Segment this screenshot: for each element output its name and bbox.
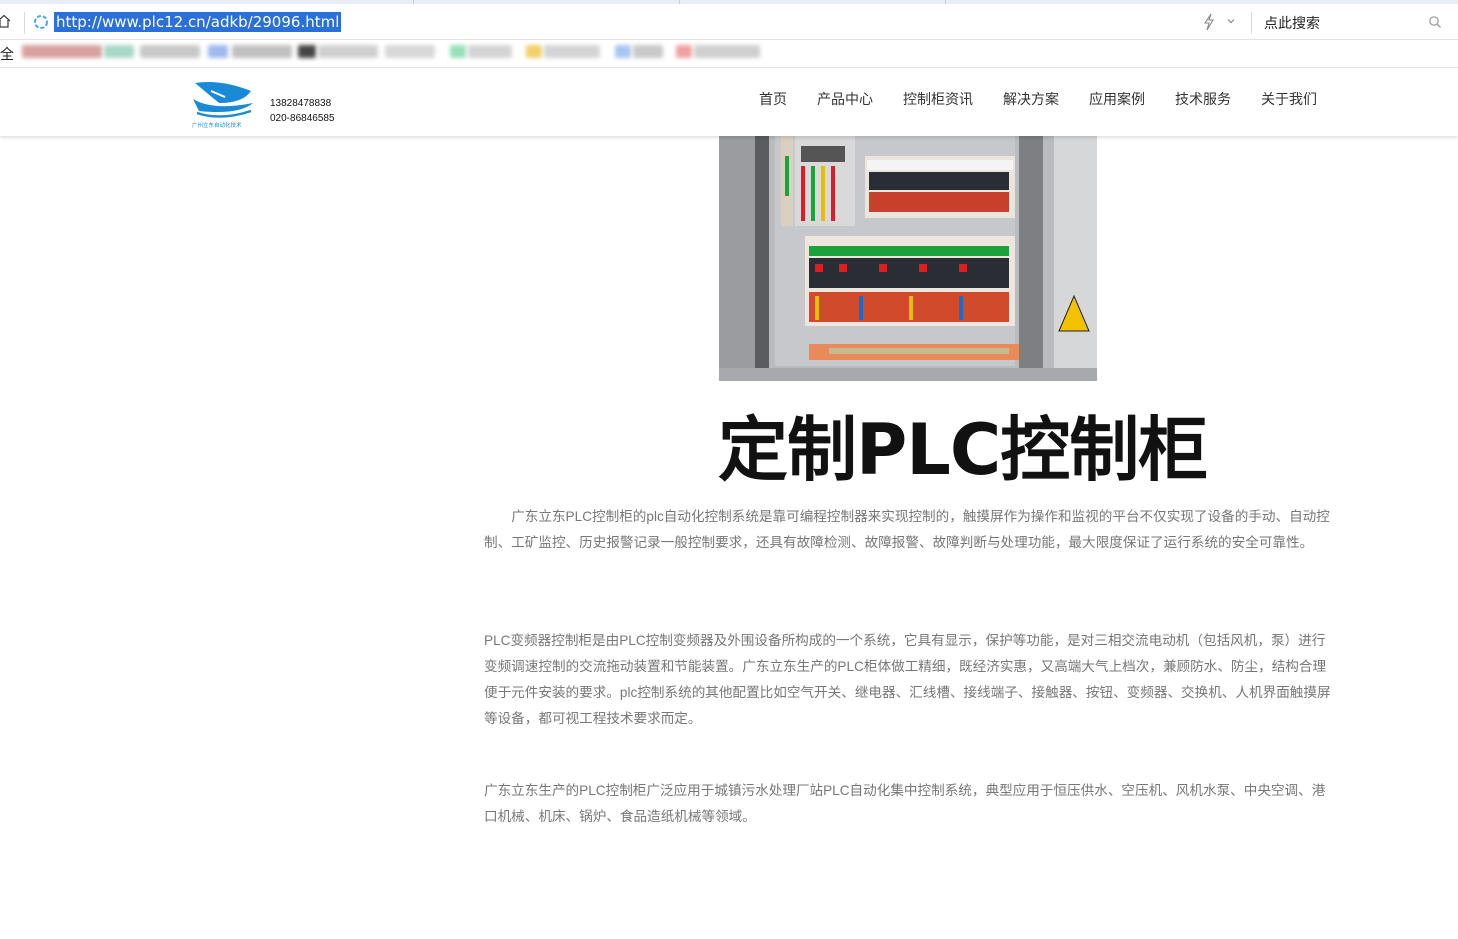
article-content: 定制PLC控制柜 广东立东PLC控制柜的plc自动化控制系统是靠可编程控制器来实…	[0, 136, 1458, 939]
nav-about[interactable]: 关于我们	[1261, 89, 1317, 109]
bookmark-item[interactable]	[526, 45, 542, 58]
bookmark-item[interactable]	[676, 45, 692, 58]
nav-solutions[interactable]: 解决方案	[1003, 89, 1059, 109]
control-cabinet-photo	[719, 136, 1097, 381]
address-bar: http://www.plc12.cn/adkb/29096.html 点此搜索	[0, 4, 1458, 40]
bookmark-item[interactable]	[208, 45, 228, 58]
banner-title: 定制PLC控制柜	[718, 409, 1208, 491]
bookmark-item[interactable]	[468, 45, 512, 58]
bookmark-item[interactable]	[232, 45, 292, 58]
search-icon[interactable]	[1428, 15, 1442, 29]
search-input[interactable]: 点此搜索	[1264, 12, 1444, 34]
search-separator	[1251, 12, 1252, 34]
article-paragraph: 广东立东生产的PLC控制柜广泛应用于城镇污水处理厂站PLC自动化集中控制系统，典…	[484, 783, 1326, 824]
nav-cases[interactable]: 应用案例	[1089, 89, 1145, 109]
bookmark-item[interactable]	[615, 45, 631, 58]
nav-news[interactable]: 控制柜资讯	[903, 89, 973, 109]
bookmark-item[interactable]	[22, 45, 102, 58]
bookmark-item[interactable]	[140, 45, 200, 58]
article-paragraph: PLC变频器控制柜是由PLC控制变频器及外围设备所构成的一个系统，它具有显示，保…	[484, 633, 1331, 726]
bookmark-item[interactable]	[318, 45, 378, 58]
svg-text:广州立东自动化技术: 广州立东自动化技术	[192, 121, 242, 129]
flash-icon[interactable]	[1202, 13, 1216, 31]
phone-number: 020-86846585	[270, 113, 335, 124]
bookmark-item[interactable]	[633, 45, 663, 58]
home-icon[interactable]	[0, 14, 11, 28]
bookmark-item[interactable]	[450, 45, 466, 58]
address-separator	[24, 12, 25, 34]
bookmark-item[interactable]	[544, 45, 600, 58]
bookmark-all[interactable]: 全	[0, 44, 14, 64]
article-paragraph: 广东立东PLC控制柜的plc自动化控制系统是靠可编程控制器来实现控制的，触摸屏作…	[484, 509, 1330, 550]
loading-icon	[34, 15, 48, 29]
chevron-down-icon[interactable]	[1226, 16, 1236, 26]
bookmarks-bar: 全	[0, 41, 1458, 68]
main-nav: 首页 产品中心 控制柜资讯 解决方案 应用案例 技术服务 关于我们	[0, 89, 1458, 109]
bookmark-item[interactable]	[694, 45, 760, 58]
bookmark-item[interactable]	[298, 45, 316, 58]
url-field[interactable]: http://www.plc12.cn/adkb/29096.html	[54, 12, 342, 32]
nav-products[interactable]: 产品中心	[817, 89, 873, 109]
site-header: 广州立东自动化技术 13828478838 020-86846585 首页 产品…	[0, 69, 1458, 136]
bookmark-item[interactable]	[104, 45, 134, 58]
bookmark-item[interactable]	[385, 45, 435, 58]
nav-service[interactable]: 技术服务	[1175, 89, 1231, 109]
nav-home[interactable]: 首页	[759, 89, 787, 109]
